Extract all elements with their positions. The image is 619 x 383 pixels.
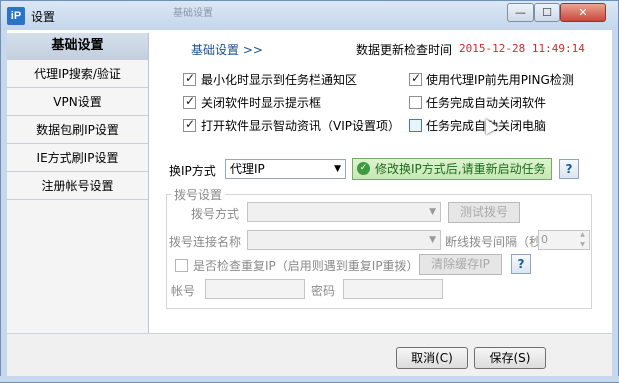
info-icon: ✓ bbox=[357, 162, 370, 175]
sidebar-item-proxy-ip-search[interactable]: 代理IP搜索/验证 bbox=[7, 61, 148, 88]
auto-close-software-label: 任务完成自动关闭软件 bbox=[426, 96, 547, 110]
account-label: 帐号 bbox=[171, 284, 196, 298]
spin-down-icon[interactable]: ▼ bbox=[577, 241, 588, 249]
sidebar-item-packet-ip-settings[interactable]: 数据包刷IP设置 bbox=[7, 117, 148, 144]
title-bar: iP 设置 基础设置 — ☐ ✕ bbox=[0, 0, 619, 30]
settings-sidebar: 基础设置 代理IP搜索/验证 VPN设置 数据包刷IP设置 IE方式刷IP设置 … bbox=[7, 33, 148, 333]
check-repeat-ip-checkbox[interactable] bbox=[175, 259, 188, 272]
password-input[interactable] bbox=[343, 279, 443, 299]
auto-shutdown-checkbox[interactable] bbox=[409, 119, 422, 132]
close-prompt-label: 关闭软件时显示提示框 bbox=[201, 96, 322, 110]
show-news-checkbox[interactable] bbox=[183, 117, 196, 132]
chevron-down-icon: ▼ bbox=[429, 207, 436, 217]
window-frame-bottom bbox=[0, 376, 619, 383]
sidebar-item-register-account[interactable]: 注册帐号设置 bbox=[7, 173, 148, 200]
connection-name-select[interactable]: ▼ bbox=[247, 230, 441, 250]
settings-panel: 基础设置 >> 数据更新检查时间 2015-12-28 11:49:14 最小化… bbox=[148, 33, 612, 333]
ping-check-label: 使用代理IP前先用PING检测 bbox=[426, 73, 574, 87]
window-title: 设置 bbox=[31, 10, 56, 24]
background-window-title: 基础设置 bbox=[173, 8, 213, 19]
sidebar-item-ie-ip-settings[interactable]: IE方式刷IP设置 bbox=[7, 145, 148, 172]
breadcrumb: 基础设置 >> bbox=[191, 43, 263, 57]
maximize-button[interactable]: ☐ bbox=[534, 3, 560, 22]
ip-mode-value: 代理IP bbox=[230, 162, 265, 176]
update-check-time: 2015-12-28 11:49:14 bbox=[459, 42, 585, 55]
minimize-to-tray-checkbox[interactable] bbox=[183, 71, 196, 86]
save-button[interactable]: 保存(S) bbox=[474, 347, 546, 369]
minimize-to-tray-label: 最小化时显示到任务栏通知区 bbox=[201, 73, 358, 87]
redial-interval-label: 断线拨号间隔（秒） bbox=[445, 235, 554, 249]
spin-up-icon[interactable]: ▲ bbox=[577, 231, 588, 239]
sidebar-item-basic-settings[interactable]: 基础设置 bbox=[7, 33, 148, 60]
dial-help-button[interactable]: ? bbox=[511, 254, 531, 274]
redial-interval-value: 0 bbox=[541, 233, 548, 246]
ip-mode-select[interactable]: 代理IP ▼ bbox=[225, 159, 346, 179]
dial-settings-title: 拨号设置 bbox=[171, 186, 226, 203]
update-check-time-label: 数据更新检查时间 bbox=[356, 43, 453, 57]
account-input[interactable] bbox=[205, 279, 305, 299]
test-dial-button[interactable]: 测试拨号 bbox=[448, 202, 520, 223]
ip-mode-help-button[interactable]: ? bbox=[559, 159, 579, 179]
ip-mode-notice: ✓ 修改换IP方式后,请重新启动任务 bbox=[352, 158, 552, 180]
dial-mode-select[interactable]: ▼ bbox=[247, 202, 441, 222]
redial-interval-spinner[interactable]: 0 ▲ ▼ bbox=[538, 230, 590, 250]
dial-mode-label: 拨号方式 bbox=[191, 207, 240, 221]
ping-check-checkbox[interactable] bbox=[409, 71, 422, 86]
connection-name-label: 拨号连接名称 bbox=[169, 235, 242, 249]
ip-mode-notice-text: 修改换IP方式后,请重新启动任务 bbox=[375, 162, 546, 176]
window-frame-right bbox=[612, 30, 619, 383]
dialog-footer: 取消(C) 保存(S) bbox=[7, 333, 612, 376]
window-frame-left bbox=[0, 30, 7, 383]
chevron-down-icon: ▼ bbox=[429, 235, 436, 245]
clear-cache-ip-button[interactable]: 清除缓存IP bbox=[419, 254, 502, 275]
cancel-button[interactable]: 取消(C) bbox=[396, 347, 468, 369]
close-prompt-checkbox[interactable] bbox=[183, 94, 196, 109]
password-label: 密码 bbox=[311, 284, 336, 298]
sidebar-item-vpn-settings[interactable]: VPN设置 bbox=[7, 89, 148, 116]
app-logo-icon: iP bbox=[7, 7, 25, 25]
show-news-label: 打开软件显示智动资讯（VIP设置项） bbox=[201, 119, 400, 133]
chevron-down-icon: ▼ bbox=[334, 164, 341, 174]
minimize-button[interactable]: — bbox=[507, 3, 534, 22]
check-repeat-ip-label: 是否检查重复IP（启用则遇到重复IP重拨） bbox=[193, 259, 419, 273]
close-button[interactable]: ✕ bbox=[560, 3, 606, 22]
auto-close-software-checkbox[interactable] bbox=[409, 96, 422, 109]
ip-mode-label: 换IP方式 bbox=[169, 164, 216, 178]
